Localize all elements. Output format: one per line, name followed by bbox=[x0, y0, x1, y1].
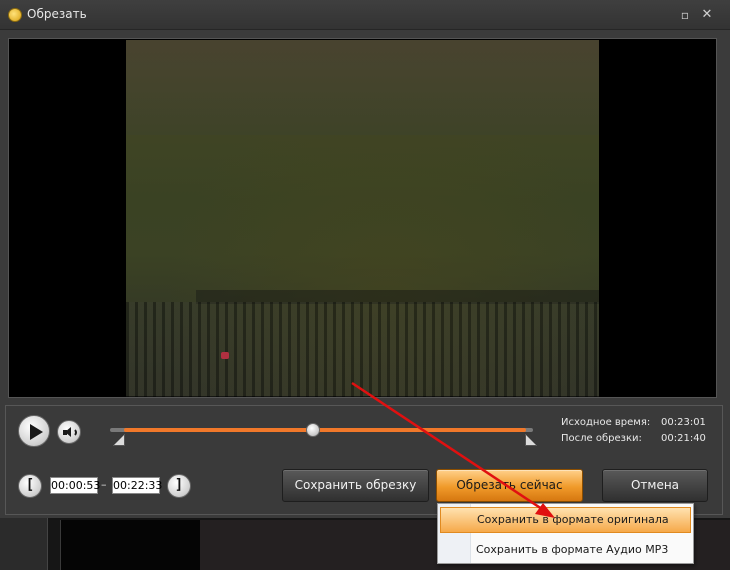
save-trim-button[interactable]: Сохранить обрезку bbox=[282, 469, 429, 502]
set-end-button[interactable]: ] bbox=[167, 474, 191, 498]
video-building-area bbox=[126, 40, 599, 135]
timeline-selection bbox=[124, 428, 526, 432]
after-trim-value: 00:21:40 bbox=[661, 433, 706, 444]
speaker-icon bbox=[63, 427, 71, 437]
trim-now-button[interactable]: Обрезать сейчас bbox=[436, 469, 583, 502]
menu-item-save-original-format[interactable]: Сохранить в формате оригинала bbox=[440, 507, 691, 533]
time-separator: – bbox=[101, 478, 107, 491]
video-frame-image bbox=[126, 40, 599, 397]
title-bar[interactable]: Обрезать ▫ ✕ bbox=[0, 0, 730, 30]
source-time-label: Исходное время: bbox=[561, 417, 651, 428]
trim-dialog-window: Обрезать ▫ ✕ Исходное время: 00:23:01 По… bbox=[0, 0, 730, 570]
cancel-button[interactable]: Отмена bbox=[602, 469, 708, 502]
video-preview bbox=[8, 38, 717, 398]
background-panel-left bbox=[0, 518, 48, 570]
background-panel-mid bbox=[60, 520, 200, 570]
menu-item-save-mp3[interactable]: Сохранить в формате Аудио MP3 bbox=[440, 537, 691, 563]
timeline-playhead[interactable] bbox=[306, 423, 321, 437]
save-format-menu: Сохранить в формате оригинала Сохранить … bbox=[437, 503, 694, 564]
restore-icon[interactable]: ▫ bbox=[676, 6, 694, 24]
sound-wave-icon bbox=[71, 428, 77, 437]
video-fence bbox=[126, 302, 599, 397]
start-time-field[interactable]: 00:00:53 bbox=[50, 477, 100, 494]
end-time-field[interactable]: 00:22:33 bbox=[112, 477, 162, 494]
volume-button[interactable] bbox=[57, 420, 81, 444]
app-logo-icon bbox=[8, 8, 22, 22]
video-red-object bbox=[221, 352, 229, 359]
close-icon[interactable]: ✕ bbox=[698, 6, 716, 24]
source-time-value: 00:23:01 bbox=[661, 417, 706, 428]
after-trim-label: После обрезки: bbox=[561, 433, 642, 444]
play-icon bbox=[30, 424, 43, 440]
window-title: Обрезать bbox=[27, 7, 87, 21]
set-start-button[interactable]: [ bbox=[18, 474, 42, 498]
play-button[interactable] bbox=[18, 415, 50, 447]
